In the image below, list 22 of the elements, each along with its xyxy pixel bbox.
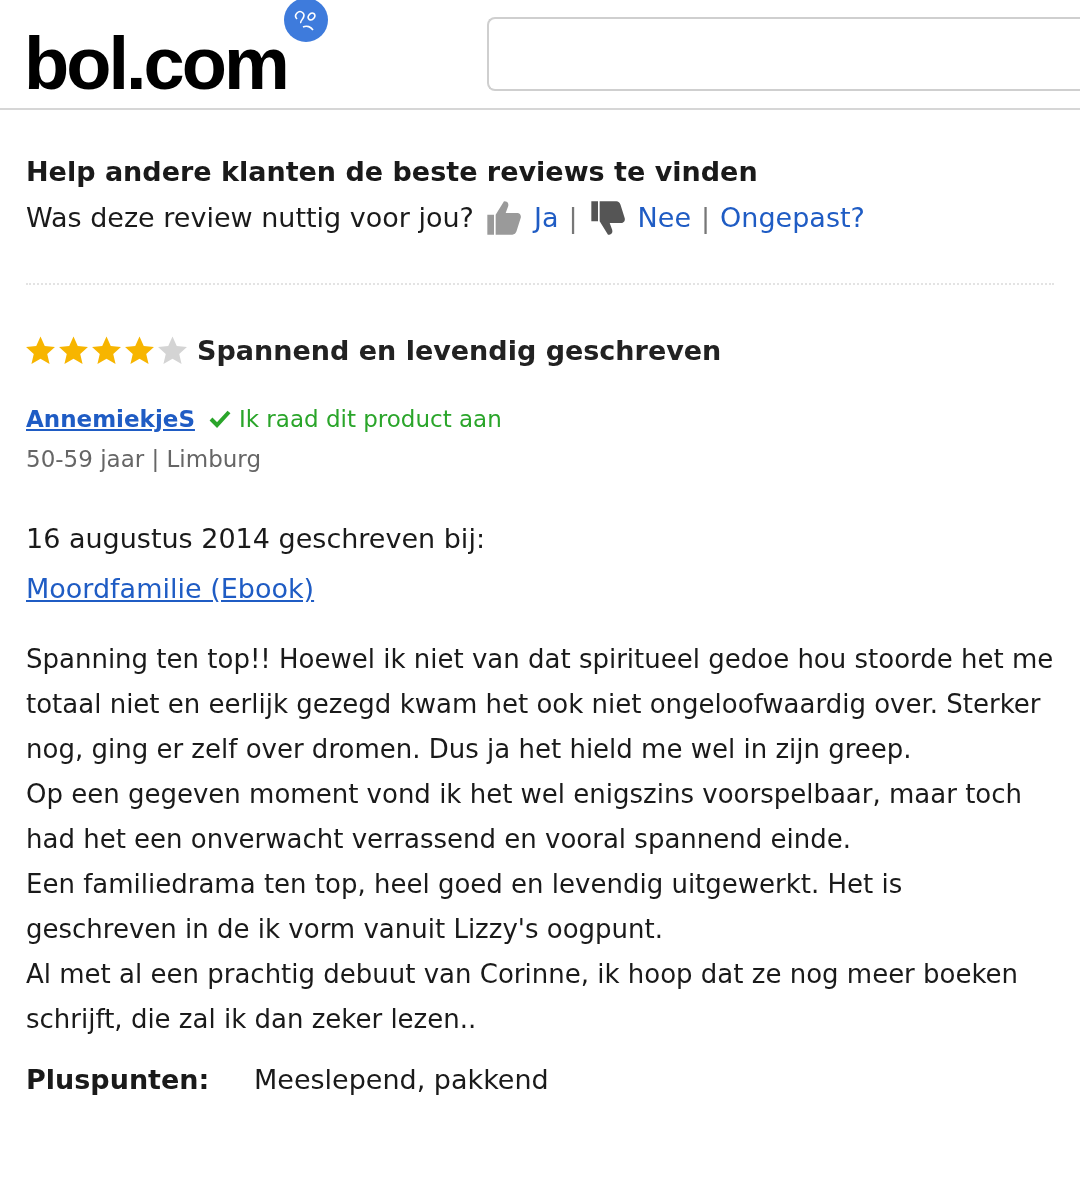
review-paragraph: Spanning ten top!! Hoewel ik niet van dat spiritueel gedoe hou stoorde het me totaal niet en eerlijk gezegd kwam het ook niet ongeloofwaardig over. Sterker nog, ging er zelf over dromen. Dus ja het hield me wel in zijn greep. xyxy=(26,642,1054,766)
search-field[interactable] xyxy=(486,17,1080,91)
reviewer-meta: 50-59 jaar | Limburg xyxy=(26,445,262,474)
check-icon xyxy=(208,408,231,429)
review-paragraph: Al met al een prachtig debuut van Corinne, ik hoop dat ze nog meer boeken schrijft, die zal ik dan zeker lezen.. xyxy=(26,957,1020,1036)
review-paragraph: Op een gegeven moment vond ik het wel enigszins voorspelbaar, maar toch had het een onverwacht verrassend en vooral spannend einde. xyxy=(26,777,1024,856)
recommend-text: Ik raad dit product aan xyxy=(238,404,502,434)
question-text: Was deze review nuttig voor jou? xyxy=(26,201,474,235)
review-title: Spannend en levendig geschreven xyxy=(197,334,722,368)
product-link[interactable]: Moordfamilie (Ebook) xyxy=(26,568,315,609)
review-date: 16 augustus 2014 geschreven bij: xyxy=(26,521,486,556)
no-link[interactable]: Nee xyxy=(637,198,691,238)
pros-text: Meeslepend, pakkend xyxy=(254,1062,549,1097)
separator: | xyxy=(568,201,578,236)
help-title: Help andere klanten de beste reviews te vinden xyxy=(26,155,759,189)
report-link[interactable]: Ongepast? xyxy=(720,198,865,238)
review-paragraph: Een familiedrama ten top, heel goed en levendig uitgewerkt. Het is geschreven in de ik vorm vanuit Lizzy's oogpunt. xyxy=(26,867,904,946)
logo[interactable]: bol.com xyxy=(24,27,287,101)
separator: | xyxy=(701,201,711,236)
author-link[interactable]: AnnemiekjeS xyxy=(26,401,195,436)
pros-label: Pluspunten: xyxy=(26,1062,211,1097)
yes-link[interactable]: Ja xyxy=(533,198,559,238)
